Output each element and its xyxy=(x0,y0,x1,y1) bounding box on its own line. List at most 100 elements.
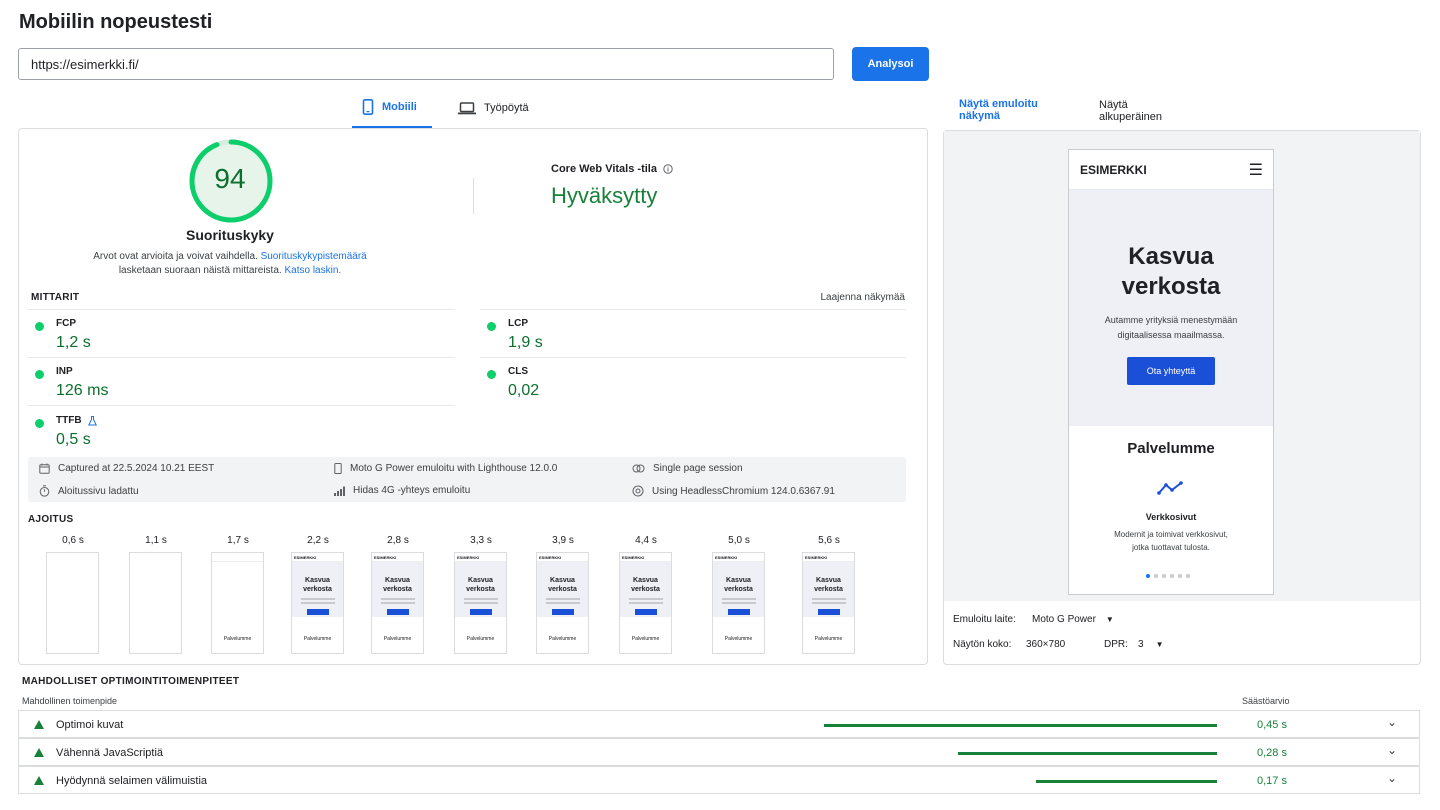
metric-inp: INP 126 ms xyxy=(35,366,455,402)
expand-view-link[interactable]: Laajenna näkymää xyxy=(760,292,905,303)
frame-blank xyxy=(47,553,98,653)
filmstrip-frame: Palvelumme xyxy=(211,552,264,654)
pass-dot xyxy=(35,370,44,379)
savings-bar xyxy=(1036,780,1217,783)
frame-services: Palvelumme xyxy=(814,636,843,642)
tab-mobile[interactable]: Mobiili xyxy=(352,88,432,128)
chevron-down-icon[interactable]: ⌄ xyxy=(1387,771,1397,785)
tab-emulated-view[interactable]: Näytä emuloitu näkymä xyxy=(950,90,1077,132)
signal-icon xyxy=(334,486,345,496)
metric-name-text: TTFB xyxy=(56,415,82,426)
frame-services: Palvelumme xyxy=(383,636,412,642)
preview-hero-title: Kasvua verkosta xyxy=(1069,242,1273,302)
metric-name: TTFB xyxy=(56,415,97,426)
frame-blank xyxy=(130,553,181,653)
frame-title: Kasvua verkosta xyxy=(466,577,495,593)
metric-lcp: LCP 1,9 s xyxy=(487,318,907,354)
tab-mobile-label: Mobiili xyxy=(382,101,417,113)
filmstrip-frame: ESIMERKKI Kasvua verkosta Palvelumme xyxy=(291,552,344,654)
preview-services-title: Palvelumme xyxy=(1127,440,1215,457)
preview-header: ESIMERKKI ☰ xyxy=(1069,150,1273,190)
frame-hero: Kasvua verkosta xyxy=(713,562,764,617)
frame-button xyxy=(551,609,574,615)
savings-value: 0,45 s xyxy=(1257,719,1287,731)
frame-time: 3,9 s xyxy=(552,535,574,546)
device-label: Emuloitu laite: xyxy=(953,614,1016,625)
frame-text xyxy=(628,598,663,600)
savings-bar xyxy=(957,752,1217,755)
opportunity-row[interactable]: Vähennä JavaScriptiä 0,28 s ⌄ xyxy=(18,738,1420,766)
warning-triangle-icon xyxy=(34,776,44,785)
device-value: Moto G Power xyxy=(1032,614,1096,625)
metric-name: FCP xyxy=(56,318,76,329)
screen-size-value: 360×780 xyxy=(1026,639,1066,650)
pass-dot xyxy=(487,370,496,379)
filmstrip-frame xyxy=(129,552,182,654)
frame-header: ESIMERKKI xyxy=(537,553,588,562)
frame-time: 5,0 s xyxy=(728,535,750,546)
chrome-icon xyxy=(632,485,644,497)
frame-title: Kasvua verkosta xyxy=(303,577,332,593)
score-link[interactable]: Suorituskykypistemäärä xyxy=(261,251,367,262)
column-action: Mahdollinen toimenpide xyxy=(22,696,118,706)
frame-header: ESIMERKKI xyxy=(455,553,506,562)
savings-value: 0,28 s xyxy=(1257,747,1287,759)
savings-value: 0,17 s xyxy=(1257,775,1287,787)
info-text: Using HeadlessChromium 124.0.6367.91 xyxy=(652,485,835,497)
tab-original-view[interactable]: Näytä alkuperäinen xyxy=(1090,90,1200,132)
info-icon[interactable] xyxy=(663,164,673,174)
cwv-status: Hyväksytty xyxy=(551,183,658,208)
dpr-select[interactable]: 3 ▼ xyxy=(1138,639,1163,650)
opportunity-row[interactable]: Hyödynnä selaimen välimuistia 0,17 s ⌄ xyxy=(18,766,1420,794)
opportunity-label: Vähennä JavaScriptiä xyxy=(56,747,164,759)
frame-button xyxy=(306,609,329,615)
metric-cls: CLS 0,02 xyxy=(487,366,907,402)
frame-header: ESIMERKKI xyxy=(620,553,671,562)
timer-icon xyxy=(39,485,50,497)
hero-sub-line: digitaalisessa maailmassa. xyxy=(1117,330,1225,340)
frame-time: 3,3 s xyxy=(470,535,492,546)
preview-hero xyxy=(1069,190,1273,426)
filmstrip-frame: ESIMERKKI Kasvua verkosta Palvelumme xyxy=(371,552,424,654)
flask-icon xyxy=(87,415,97,425)
frame-time: 2,8 s xyxy=(387,535,409,546)
url-input[interactable] xyxy=(18,48,834,80)
trend-chart-icon xyxy=(1157,481,1183,495)
pass-dot xyxy=(35,322,44,331)
frame-time: 1,7 s xyxy=(227,535,249,546)
frame-header: ESIMERKKI xyxy=(292,553,343,562)
frame-hero: Kasvua verkosta xyxy=(455,562,506,617)
analyze-button[interactable]: Analysoi xyxy=(852,47,929,81)
frame-services: Palvelumme xyxy=(548,636,577,642)
divider xyxy=(28,357,455,358)
info-text: Moto G Power emuloitu with Lighthouse 12… xyxy=(350,463,558,474)
opportunity-label: Hyödynnä selaimen välimuistia xyxy=(56,775,208,787)
device-select[interactable]: Moto G Power ▼ xyxy=(1032,614,1114,625)
chevron-down-icon[interactable]: ⌄ xyxy=(1387,715,1397,729)
frame-services: Palvelumme xyxy=(466,636,495,642)
opportunity-row[interactable]: Optimoi kuvat 0,45 s ⌄ xyxy=(18,710,1420,738)
frame-text xyxy=(545,602,580,604)
frame-title: Kasvua verkosta xyxy=(548,577,577,593)
preview-logo: ESIMERKKI xyxy=(1080,163,1147,177)
info-device: Moto G Power emuloitu with Lighthouse 12… xyxy=(334,463,557,474)
frame-services: Palvelumme xyxy=(223,636,252,642)
smartphone-icon xyxy=(362,99,374,115)
info-text: Single page session xyxy=(653,463,743,474)
tab-desktop[interactable]: Työpöytä xyxy=(448,88,543,128)
carousel-dots xyxy=(1146,574,1190,578)
chevron-down-icon[interactable]: ⌄ xyxy=(1387,743,1397,757)
frame-time: 1,1 s xyxy=(145,535,167,546)
frame-text xyxy=(380,598,415,600)
laptop-icon xyxy=(458,101,476,114)
frame-services: Palvelumme xyxy=(631,636,660,642)
frame-text xyxy=(545,598,580,600)
metric-value: 1,2 s xyxy=(56,334,91,351)
hamburger-menu-icon: ☰ xyxy=(1248,162,1263,179)
hero-sub-line: Autamme yrityksiä menestymään xyxy=(1104,315,1238,325)
performance-label: Suorituskyky xyxy=(186,227,274,243)
calculator-link[interactable]: Katso laskin. xyxy=(284,265,341,276)
frame-text xyxy=(463,602,498,604)
info-browser: Using HeadlessChromium 124.0.6367.91 xyxy=(632,485,835,497)
metric-name: CLS xyxy=(508,366,528,377)
